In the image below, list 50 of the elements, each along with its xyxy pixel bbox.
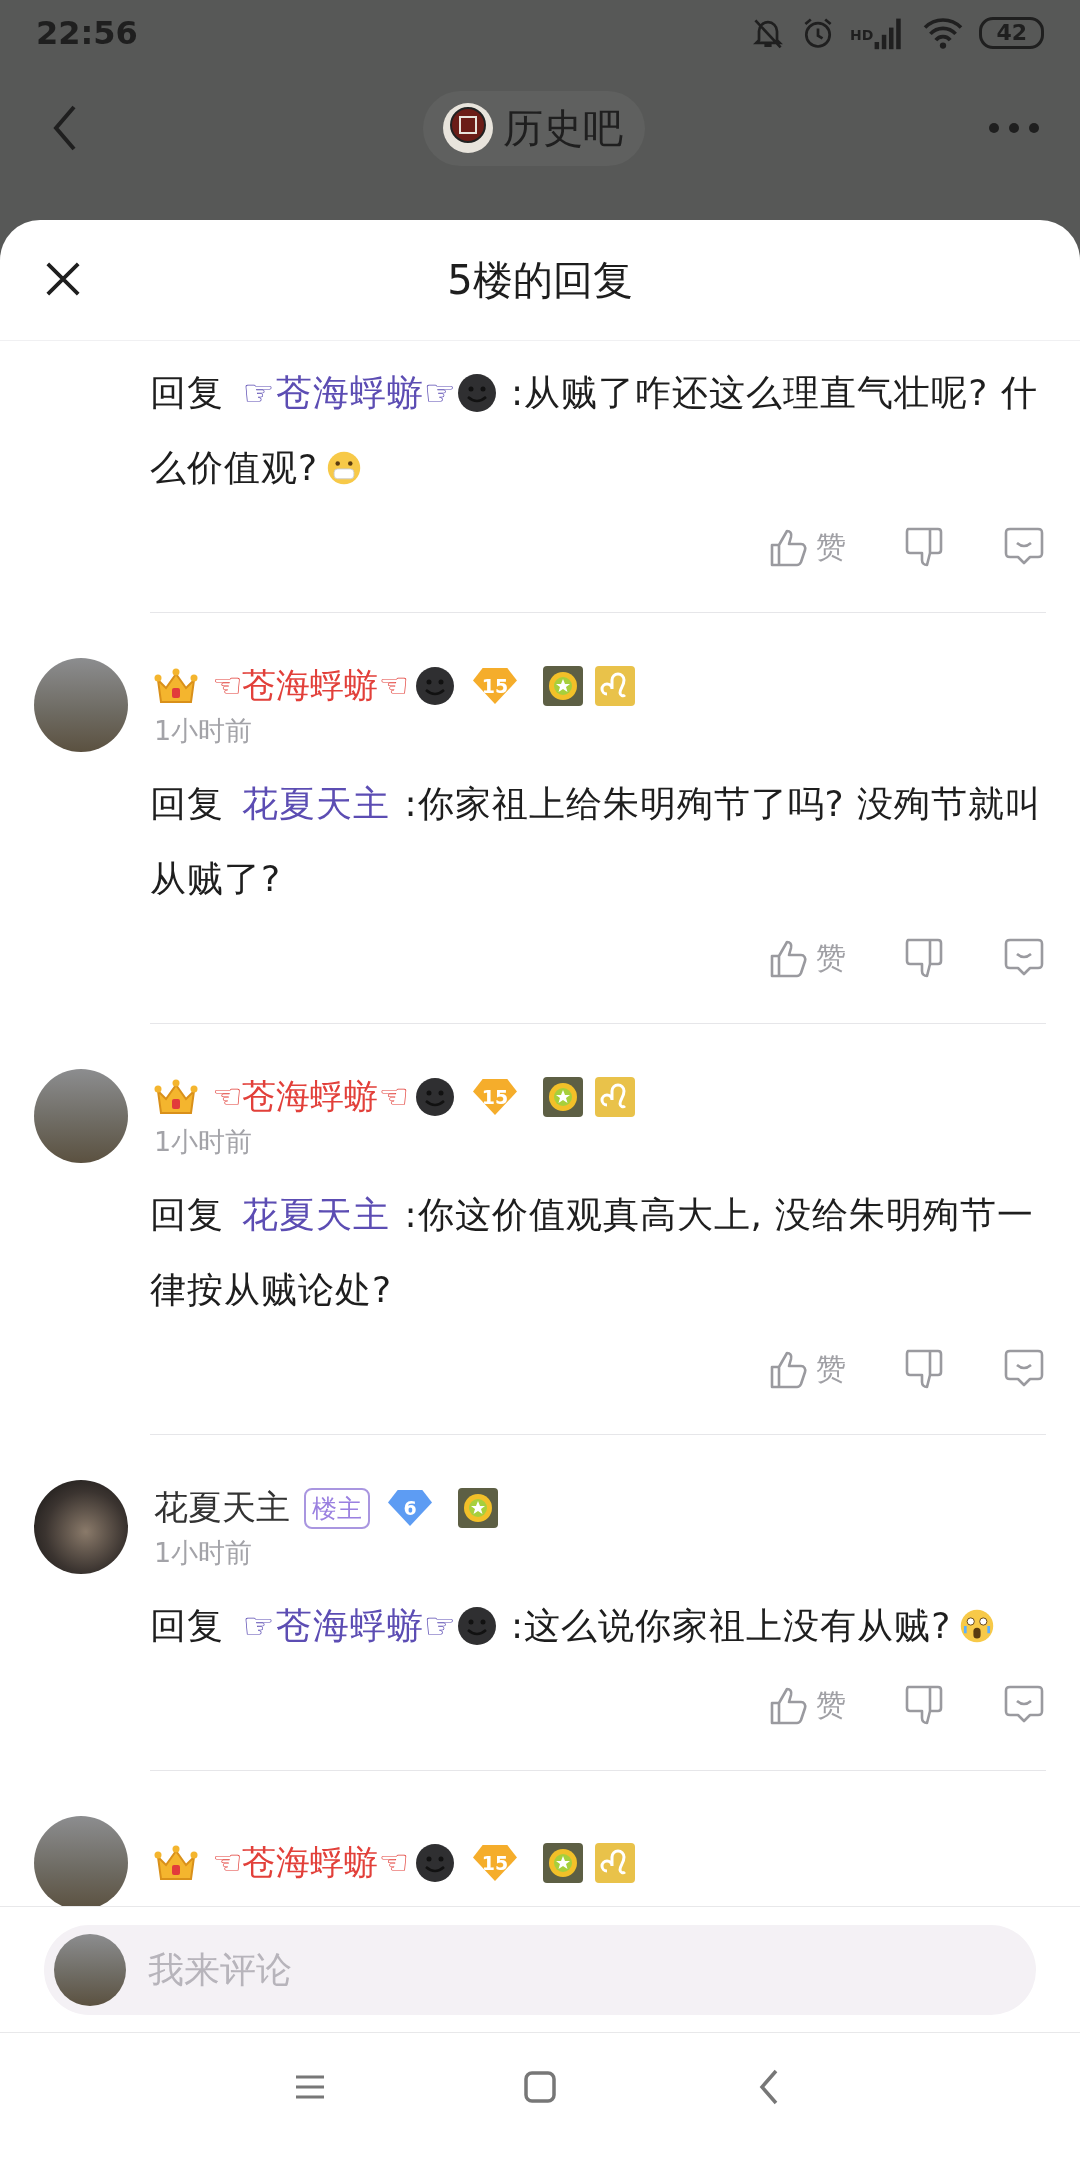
username[interactable]: ☜苍海蜉蝣☜: [212, 663, 409, 709]
forum-seal-logo: [443, 103, 493, 153]
dark-moon-face-icon: [414, 1843, 455, 1883]
sun-medal-icon: [542, 1843, 583, 1883]
sheet-title: 5楼的回复: [447, 255, 633, 305]
mention-link[interactable]: ☞苍海蜉蝣☞: [242, 1605, 497, 1646]
timestamp: 1小时前: [154, 1536, 254, 1570]
level-badge: 15: [472, 668, 517, 704]
screaming-face-icon: [959, 1608, 996, 1644]
like-button[interactable]: 赞: [766, 936, 846, 980]
leo-sign-icon: [594, 666, 635, 706]
sun-medal-icon: [458, 1488, 498, 1528]
reply-text: 回复 花夏天主 :你家祖上给朱明殉节了吗? 没殉节就叫从贼了?: [150, 782, 1044, 901]
username[interactable]: ☜苍海蜉蝣☜: [212, 1074, 409, 1120]
face-with-mask-icon: [326, 450, 363, 486]
mention-link[interactable]: 花夏天主: [242, 1194, 391, 1235]
crown-icon: [154, 666, 198, 706]
mention-link[interactable]: ☞苍海蜉蝣☞: [242, 372, 497, 413]
dark-moon-face-icon: [457, 373, 497, 413]
forum-button[interactable]: 历史吧: [423, 90, 645, 166]
like-button[interactable]: 赞: [766, 525, 846, 569]
reply-text: 回复 ☞苍海蜉蝣☞ :从贼了咋还这么理直气壮呢? 什么价值观?: [150, 371, 1039, 490]
mention-link[interactable]: 花夏天主: [242, 783, 391, 824]
like-button[interactable]: 赞: [766, 1683, 846, 1727]
status-time: 22:56: [36, 14, 138, 52]
reply-text: 回复 ☞苍海蜉蝣☞ :这么说你家祖上没有从贼?: [150, 1588, 1046, 1663]
comment-input-field[interactable]: 我来评论: [44, 1924, 1036, 2015]
timestamp: 1小时前: [154, 1125, 254, 1159]
crown-icon: [154, 1843, 198, 1883]
close-icon[interactable]: [44, 260, 82, 298]
dark-moon-face-icon: [457, 1606, 497, 1646]
like-button[interactable]: 赞: [766, 1347, 846, 1391]
level-badge: 6: [388, 1490, 432, 1526]
leo-sign-icon: [594, 1077, 635, 1117]
leo-sign-icon: [594, 1843, 635, 1883]
username[interactable]: ☜苍海蜉蝣☜: [212, 1840, 409, 1886]
sun-medal-icon: [542, 666, 583, 706]
dark-moon-face-icon: [414, 666, 455, 706]
owner-tag: 楼主: [304, 1487, 370, 1529]
level-badge: 15: [472, 1079, 517, 1115]
level-badge: 15: [472, 1845, 517, 1881]
dark-moon-face-icon: [414, 1077, 455, 1117]
crown-icon: [154, 1077, 198, 1117]
network-type-label: HD: [850, 27, 874, 43]
username[interactable]: 花夏天主: [154, 1485, 290, 1531]
sun-medal-icon: [542, 1077, 583, 1117]
reply-text: 回复 花夏天主 :你这价值观真高大上, 没给朱明殉节一律按从贼论处?: [150, 1193, 1036, 1312]
more-icon[interactable]: [988, 122, 1040, 134]
timestamp: 1小时前: [154, 714, 254, 748]
battery-indicator: 42: [979, 17, 1044, 49]
